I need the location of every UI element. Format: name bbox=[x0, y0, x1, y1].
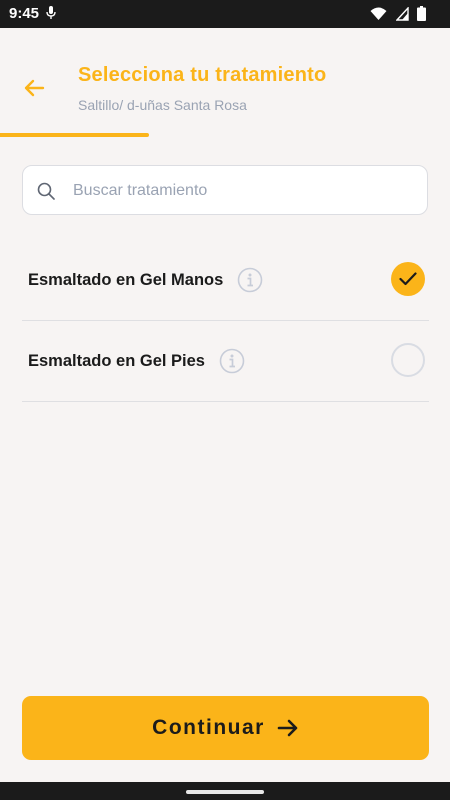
progress-fill bbox=[0, 133, 149, 137]
arrow-left-icon bbox=[24, 79, 45, 97]
search-box[interactable] bbox=[22, 165, 428, 216]
back-button[interactable] bbox=[18, 72, 50, 104]
search-input[interactable] bbox=[71, 166, 415, 216]
treatment-row[interactable]: Esmaltado en Gel Pies bbox=[22, 321, 429, 402]
wifi-icon bbox=[370, 7, 387, 20]
arrow-right-icon bbox=[277, 719, 298, 737]
info-icon[interactable] bbox=[219, 348, 245, 374]
treatment-list: Esmaltado en Gel Manos Esmaltado en Gel P… bbox=[22, 240, 429, 402]
treatment-label: Esmaltado en Gel Pies bbox=[28, 351, 205, 370]
progress-bar bbox=[0, 133, 450, 137]
location-subtitle: Saltillo/ d-uñas Santa Rosa bbox=[78, 97, 247, 113]
home-handle[interactable] bbox=[186, 790, 264, 794]
unchecked-checkbox[interactable] bbox=[391, 343, 425, 377]
continue-button[interactable]: Continuar bbox=[22, 696, 429, 760]
page-title: Selecciona tu tratamiento bbox=[78, 64, 327, 86]
status-time: 9:45 bbox=[9, 5, 40, 22]
search-icon bbox=[37, 182, 55, 205]
treatment-label: Esmaltado en Gel Manos bbox=[28, 270, 224, 289]
checkmark-icon bbox=[399, 272, 417, 286]
info-icon[interactable] bbox=[237, 267, 263, 293]
battery-icon bbox=[417, 6, 426, 21]
navigation-bar bbox=[0, 782, 450, 800]
microphone-icon bbox=[46, 6, 56, 25]
cellular-signal-icon bbox=[394, 6, 409, 21]
status-icons bbox=[366, 6, 426, 26]
treatment-row[interactable]: Esmaltado en Gel Manos bbox=[22, 240, 429, 321]
status-bar: 9:45 bbox=[0, 0, 450, 28]
continue-label: Continuar bbox=[152, 716, 265, 739]
checked-checkbox[interactable] bbox=[391, 262, 425, 296]
